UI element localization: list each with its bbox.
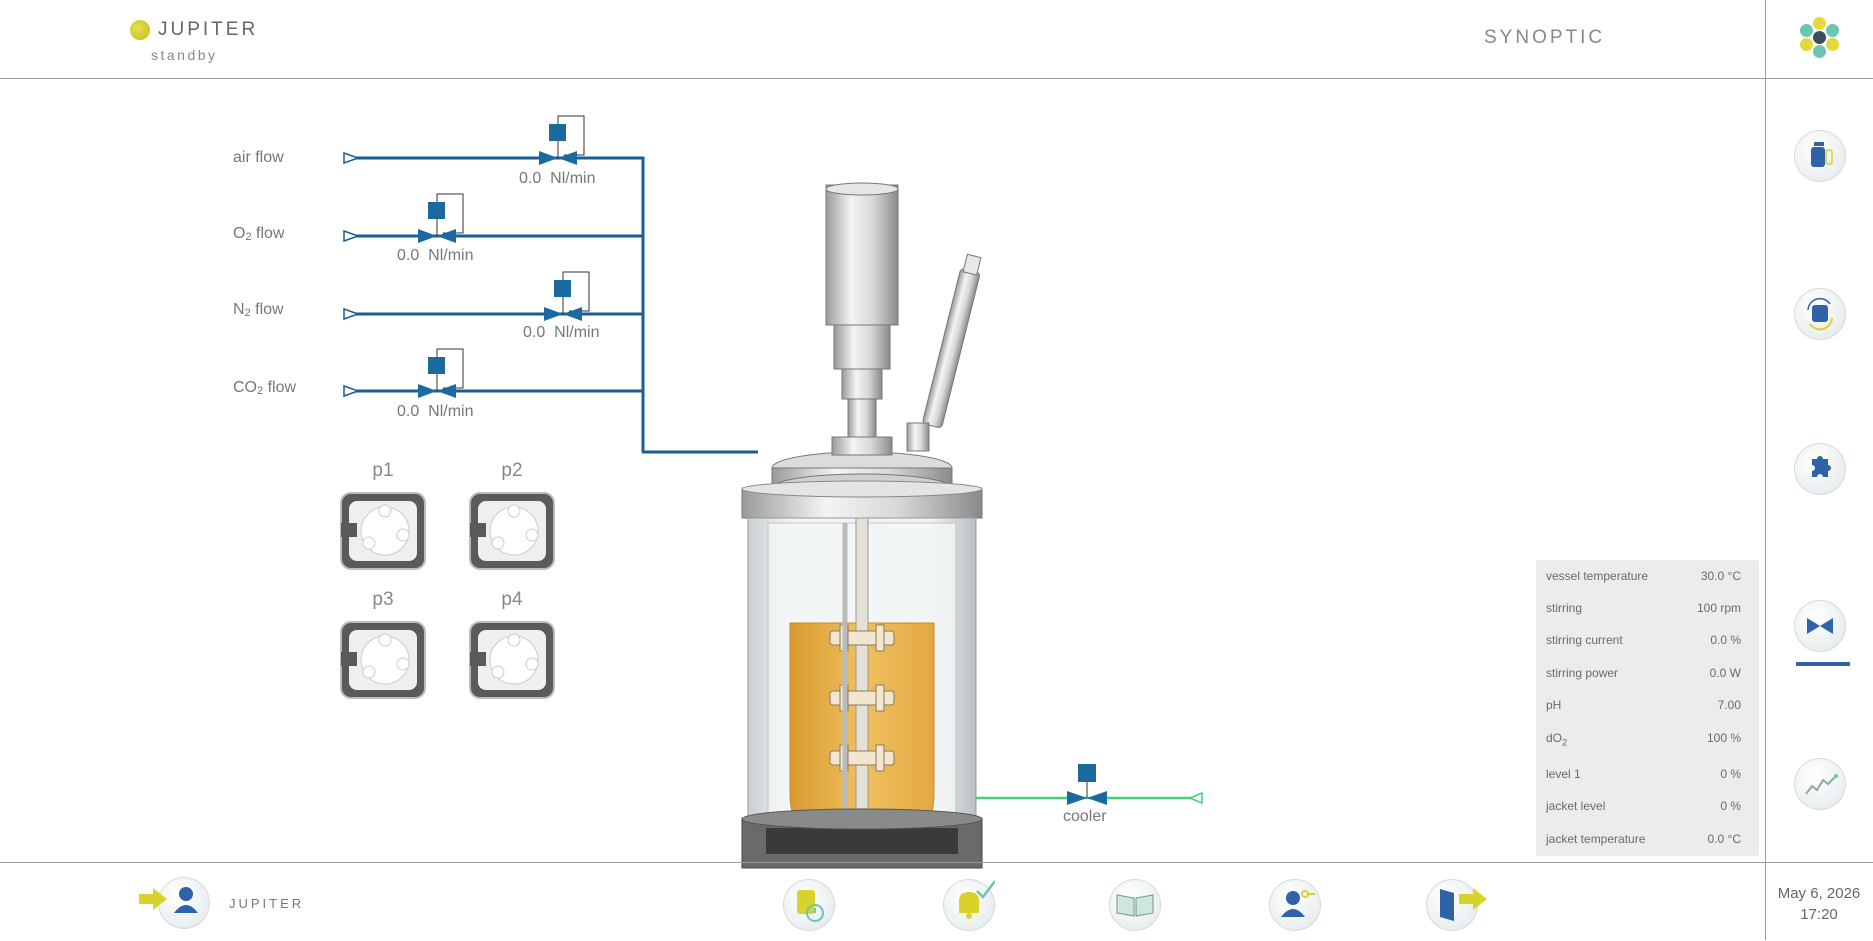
pump-label-p2: p2 (501, 460, 523, 481)
datetime-display: May 6, 2026 17:20 (1765, 862, 1873, 941)
co2-flow-label: CO2 flow (233, 379, 297, 397)
time-text: 17:20 (1800, 906, 1838, 923)
air-flow-value: 0.0 Nl/min (519, 170, 596, 187)
readings-panel: vessel temperature 30.0 °C stirring 100 rp… (1536, 560, 1759, 856)
pump-p4[interactable] (468, 620, 558, 700)
page-title: SYNOPTIC (1484, 27, 1606, 48)
sidebar-item-modules[interactable] (1794, 443, 1846, 495)
n2-flow-value: 0.0 Nl/min (523, 324, 600, 341)
n2-flow-label: N2 flow (233, 301, 284, 319)
air-flow-valve[interactable] (536, 115, 586, 167)
co2-flow-valve[interactable] (415, 348, 465, 400)
cooler-label: cooler (1063, 808, 1107, 825)
app-status: standby (151, 47, 218, 63)
sidebar-item-reactor[interactable] (1794, 130, 1846, 182)
cooler-valve[interactable] (1062, 763, 1110, 809)
pump-label-p1: p1 (372, 460, 394, 481)
header-bar: JUPITER standby SYNOPTIC (0, 0, 1765, 79)
user-label: JUPITER (229, 896, 305, 911)
user-management-button[interactable] (1269, 879, 1321, 931)
logbook-button[interactable] (1109, 879, 1161, 931)
reading-do2: dO2 100 % (1546, 731, 1741, 748)
valve-icon (1807, 618, 1833, 634)
user-key-icon (1281, 890, 1315, 917)
reading-ph: pH 7.00 (1546, 698, 1741, 712)
bioreactor-vessel[interactable] (735, 103, 995, 911)
pump-label-p4: p4 (501, 589, 523, 610)
sidebar-item-trends[interactable] (1794, 758, 1846, 810)
air-flow-label: air flow (233, 149, 284, 166)
sidebar-item-synoptic[interactable] (1794, 600, 1846, 652)
app-name: JUPITER (158, 19, 259, 40)
sidebar (1765, 0, 1873, 940)
logout-arrow-icon (1459, 888, 1487, 910)
open-book-icon (1116, 894, 1154, 917)
batch-history-button[interactable] (783, 879, 835, 931)
reading-jacket-temperature: jacket temperature 0.0 °C (1546, 832, 1741, 846)
reading-jacket-level: jacket level 0 % (1546, 799, 1741, 813)
n2-flow-valve[interactable] (541, 271, 591, 323)
reading-vessel-temperature: vessel temperature 30.0 °C (1546, 569, 1741, 583)
alarms-button[interactable] (943, 879, 995, 931)
co2-flow-value: 0.0 Nl/min (397, 403, 474, 420)
synoptic-diagram: air flow O2 flow N2 flow CO2 flow 0.0 Nl… (0, 79, 1765, 869)
pump-p3[interactable] (339, 620, 429, 700)
o2-flow-label: O2 flow (233, 225, 285, 243)
footer-bar: JUPITER (0, 862, 1765, 941)
pump-p2[interactable] (468, 491, 558, 571)
login-arrow-icon (139, 888, 167, 910)
o2-flow-valve[interactable] (415, 193, 465, 245)
alarm-bell-icon (959, 880, 995, 919)
status-indicator-icon (130, 20, 150, 40)
reading-stirring-power: stirring power 0.0 W (1546, 666, 1741, 680)
batch-history-icon (797, 890, 824, 922)
pump-label-p3: p3 (372, 589, 394, 610)
puzzle-icon (1812, 456, 1831, 477)
o2-flow-value: 0.0 Nl/min (397, 247, 474, 264)
reading-stirring-current: stirring current 0.0 % (1546, 633, 1741, 647)
reactor-config-icon (1811, 142, 1833, 167)
pump-p1[interactable] (339, 491, 429, 571)
cycle-icon (1807, 297, 1833, 331)
reading-level-1: level 10 % (1546, 767, 1741, 781)
reading-stirring: stirring 100 rpm (1546, 601, 1741, 615)
trend-chart-icon (1805, 774, 1838, 795)
sidebar-logo[interactable] (1766, 0, 1873, 79)
active-tab-indicator (1796, 662, 1850, 666)
date-text: May 6, 2026 (1777, 885, 1861, 902)
sidebar-item-cycle[interactable] (1794, 288, 1846, 340)
